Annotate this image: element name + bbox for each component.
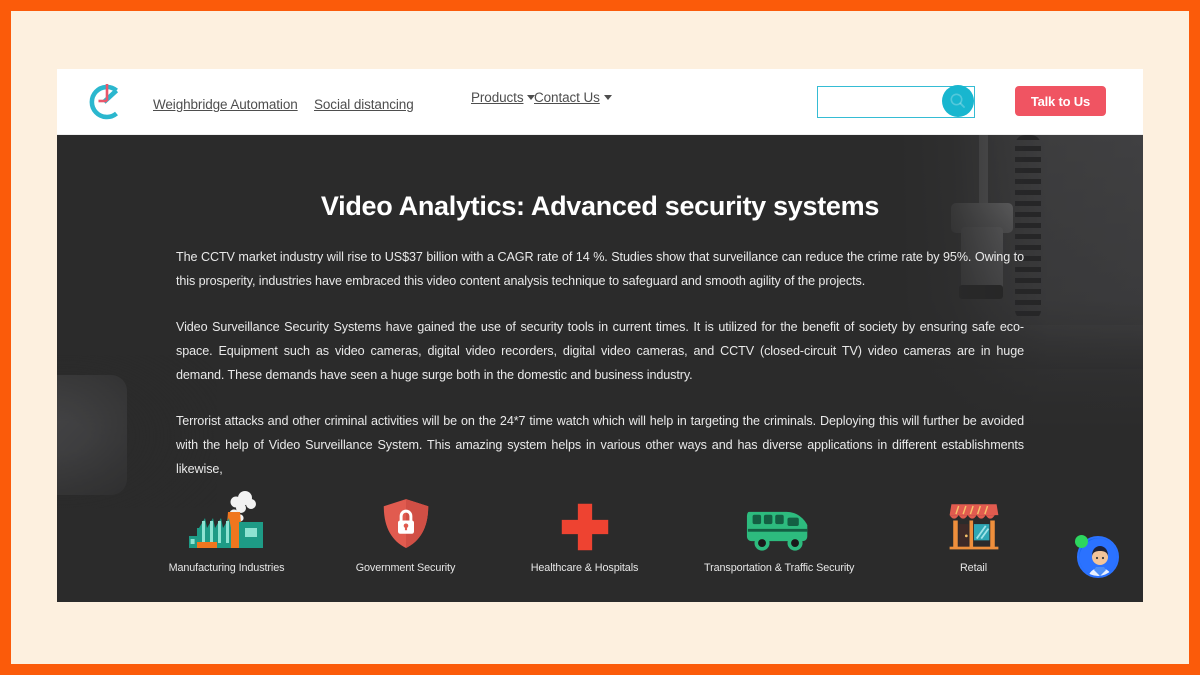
nav-item-products-label: Products — [471, 90, 524, 105]
bus-icon — [704, 490, 854, 552]
talk-to-us-button[interactable]: Talk to Us — [1014, 86, 1106, 116]
sector-item-manufacturing-industries[interactable]: Manufacturing Industries — [167, 490, 286, 574]
sector-item-retail[interactable]: Retail — [914, 490, 1033, 574]
page-title: Video Analytics: Advanced security syste… — [320, 191, 880, 221]
sector-label: Healthcare & Hospitals — [530, 562, 639, 574]
sector-item-government-security[interactable]: Government Security — [346, 490, 465, 574]
medical-cross-icon — [525, 490, 644, 552]
hero-section: Video Analytics: Advanced security syste… — [57, 135, 1143, 602]
hero-body-text: The CCTV market industry will rise to US… — [176, 222, 1024, 481]
site-header: Weighbridge Automation Social distancing… — [57, 69, 1143, 135]
sector-item-transportation-traffic-security[interactable]: Transportation & Traffic Security — [704, 490, 854, 574]
sector-label: Government Security — [355, 562, 456, 574]
clock-c-logo[interactable] — [83, 81, 125, 123]
search-box — [817, 85, 975, 118]
search-icon[interactable] — [942, 85, 974, 117]
sector-label: Transportation & Traffic Security — [704, 562, 855, 574]
nav-item-weighbridge-automation[interactable]: Weighbridge Automation — [153, 97, 298, 112]
nav-item-contact-us[interactable]: Contact Us — [534, 90, 612, 105]
page-frame: Weighbridge Automation Social distancing… — [11, 11, 1189, 664]
factory-icon — [167, 490, 286, 552]
nav-item-contact-us-label: Contact Us — [534, 90, 600, 105]
sector-label: Retail — [959, 562, 987, 574]
storefront-icon — [914, 490, 1033, 552]
hero-paragraph: Video Surveillance Security Systems have… — [176, 320, 1024, 382]
online-status-dot — [1075, 535, 1088, 548]
hero-paragraph: The CCTV market industry will rise to US… — [176, 250, 1024, 288]
hero-content: Video Analytics: Advanced security syste… — [57, 135, 1143, 481]
hero-paragraph: Terrorist attacks and other criminal act… — [176, 414, 1024, 476]
sector-label: Manufacturing Industries — [168, 562, 285, 574]
nav-item-products[interactable]: Products — [471, 90, 536, 105]
website-card: Weighbridge Automation Social distancing… — [57, 69, 1143, 602]
sector-list: Manufacturing Industries Government Secu… — [57, 490, 1143, 574]
shield-lock-icon — [346, 490, 465, 552]
chevron-down-icon — [603, 95, 612, 100]
nav-item-social-distancing[interactable]: Social distancing — [314, 97, 414, 112]
chat-support-button[interactable] — [1075, 535, 1119, 578]
sector-item-healthcare-hospitals[interactable]: Healthcare & Hospitals — [525, 490, 644, 574]
